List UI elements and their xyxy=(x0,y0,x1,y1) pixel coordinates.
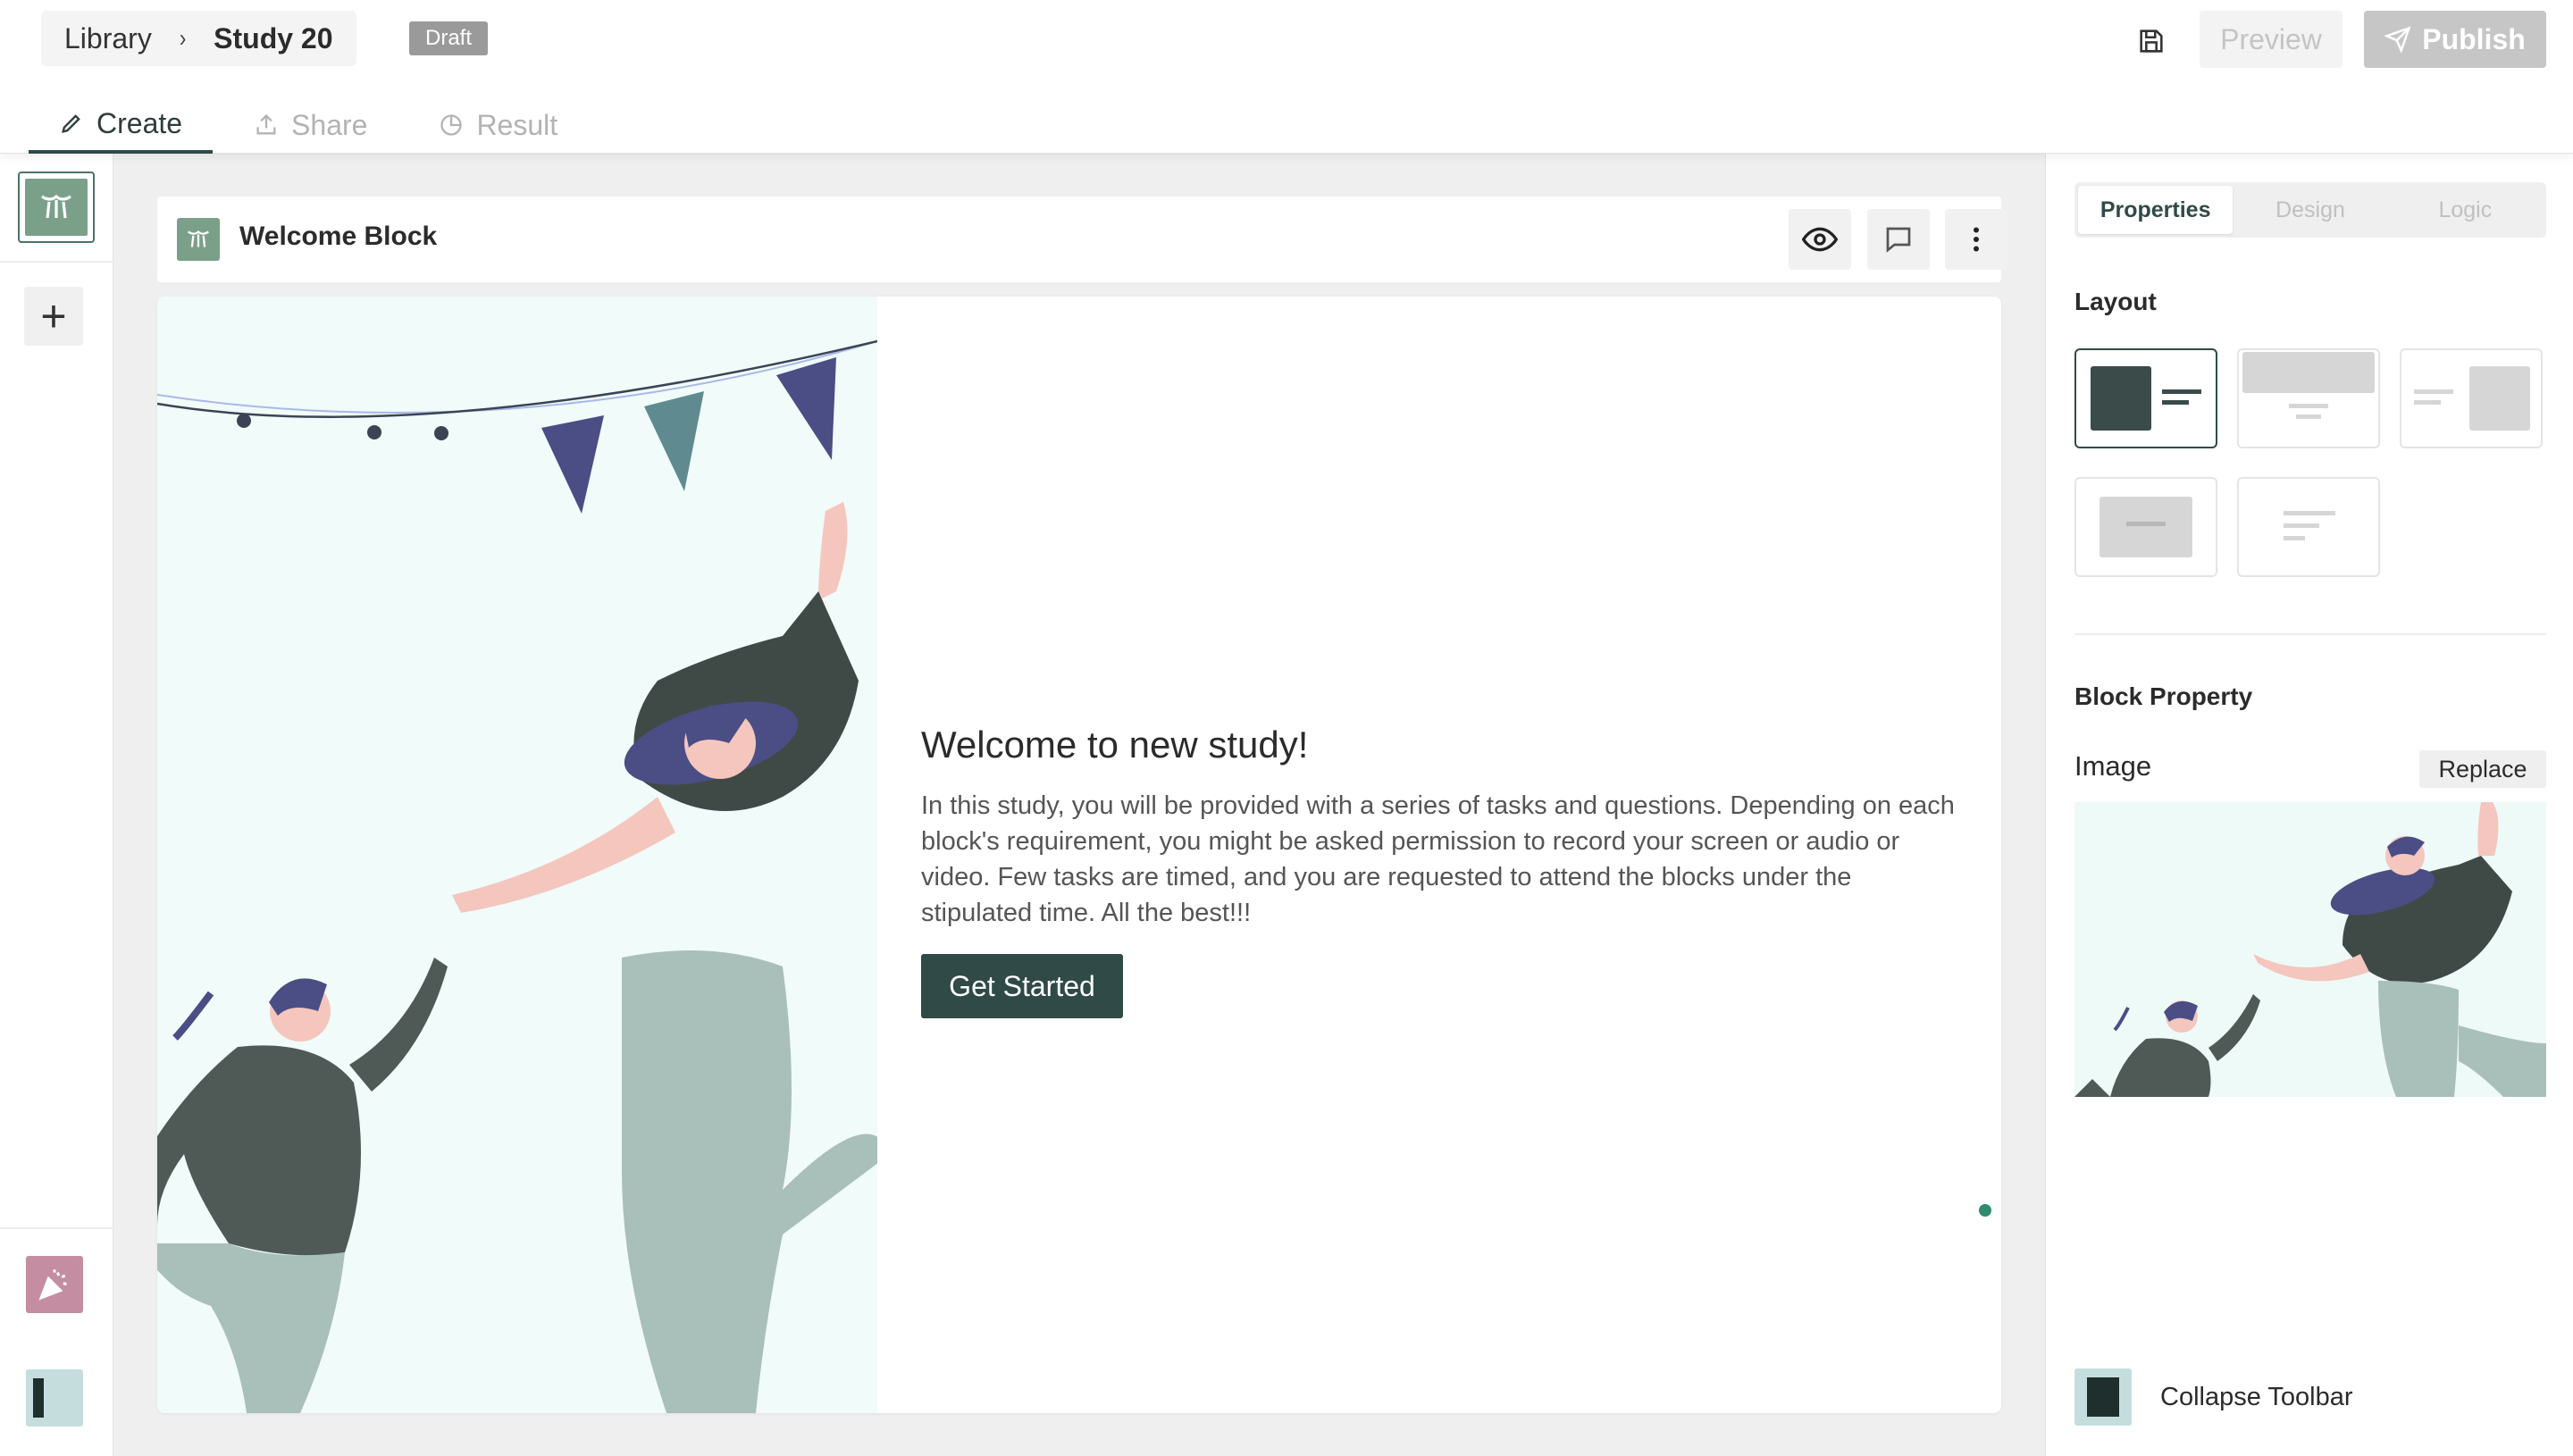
comment-button[interactable] xyxy=(1867,209,1930,270)
tab-share[interactable]: Share xyxy=(223,96,398,154)
panel-tabs: Properties Design Logic xyxy=(2074,182,2546,238)
divider xyxy=(0,261,113,263)
status-badge: Draft xyxy=(409,21,489,55)
collapse-toolbar-icon xyxy=(2074,1368,2132,1426)
properties-panel: Properties Design Logic Layout Block Pro… xyxy=(2045,154,2573,1456)
welcome-block-icon xyxy=(177,218,220,261)
layout-heading: Layout xyxy=(2074,288,2157,315)
welcome-icon xyxy=(41,194,71,219)
eye-icon xyxy=(1802,227,1838,252)
tab-result[interactable]: Result xyxy=(408,96,588,154)
divider xyxy=(0,1227,113,1229)
sidebar-toggle-icon[interactable] xyxy=(26,1369,83,1427)
image-preview xyxy=(2074,802,2546,1097)
breadcrumb: Library › Study 20 xyxy=(41,11,356,66)
party-popper-icon xyxy=(38,1269,68,1301)
tab-design[interactable]: Design xyxy=(2233,186,2387,234)
replace-image-button[interactable]: Replace xyxy=(2419,750,2546,788)
editor-canvas: Welcome Block Welcome to new study! In t… xyxy=(113,154,2045,1456)
divider xyxy=(2074,633,2546,635)
tab-share-label: Share xyxy=(291,108,368,141)
preview-block-button[interactable] xyxy=(1789,209,1851,270)
collapse-toolbar-button[interactable]: Collapse Toolbar xyxy=(2074,1368,2353,1426)
top-bar: Library › Study 20 Draft Preview Publish… xyxy=(0,0,2573,154)
breadcrumb-library-link[interactable]: Library xyxy=(64,22,152,55)
welcome-description[interactable]: In this study, you will be provided with… xyxy=(921,788,1966,931)
layout-option-image-center[interactable] xyxy=(2074,477,2217,577)
tab-create[interactable]: Create xyxy=(29,96,214,154)
more-vertical-icon xyxy=(1974,227,1979,252)
pie-chart-icon xyxy=(440,114,463,136)
welcome-heading[interactable]: Welcome to new study! xyxy=(921,724,1966,766)
share-icon xyxy=(256,113,276,135)
welcome-content: Welcome to new study! In this study, you… xyxy=(921,724,1966,1018)
status-dot xyxy=(1979,1204,1991,1217)
end-block-thumbnail[interactable] xyxy=(26,1256,83,1313)
welcome-block-card: Welcome to new study! In this study, you… xyxy=(157,297,2001,1413)
publish-label: Publish xyxy=(2422,22,2526,55)
comment-icon xyxy=(1886,227,1911,253)
layout-option-image-top[interactable] xyxy=(2237,348,2380,448)
chevron-right-icon: › xyxy=(179,24,187,52)
block-property-heading: Block Property xyxy=(2074,682,2253,710)
welcome-illustration xyxy=(157,297,890,1413)
tab-properties[interactable]: Properties xyxy=(2078,186,2234,234)
tab-result-label: Result xyxy=(476,108,558,141)
get-started-button[interactable]: Get Started xyxy=(921,954,1123,1018)
layout-option-image-right[interactable] xyxy=(2400,348,2543,448)
send-icon xyxy=(2384,26,2411,53)
block-list-sidebar: + xyxy=(0,154,113,1456)
image-label: Image xyxy=(2074,750,2152,782)
block-header: Welcome Block xyxy=(157,197,2007,282)
save-icon xyxy=(2140,29,2163,53)
layout-option-text-only[interactable] xyxy=(2237,477,2380,577)
main-tabs: Create Share Result xyxy=(29,96,599,154)
collapse-toolbar-label: Collapse Toolbar xyxy=(2160,1382,2353,1411)
more-options-button[interactable] xyxy=(1945,209,2007,270)
preview-button[interactable]: Preview xyxy=(2200,11,2343,68)
tab-logic[interactable]: Logic xyxy=(2388,186,2543,234)
block-title: Welcome Block xyxy=(239,222,438,251)
publish-button[interactable]: Publish xyxy=(2364,11,2546,68)
tab-create-label: Create xyxy=(96,106,183,139)
add-block-button[interactable]: + xyxy=(24,287,83,346)
pencil-icon xyxy=(62,114,80,133)
save-button[interactable] xyxy=(2130,20,2173,63)
layout-option-image-left[interactable] xyxy=(2074,348,2217,448)
breadcrumb-study-title[interactable]: Study 20 xyxy=(214,22,332,55)
welcome-block-thumbnail[interactable] xyxy=(18,172,95,243)
